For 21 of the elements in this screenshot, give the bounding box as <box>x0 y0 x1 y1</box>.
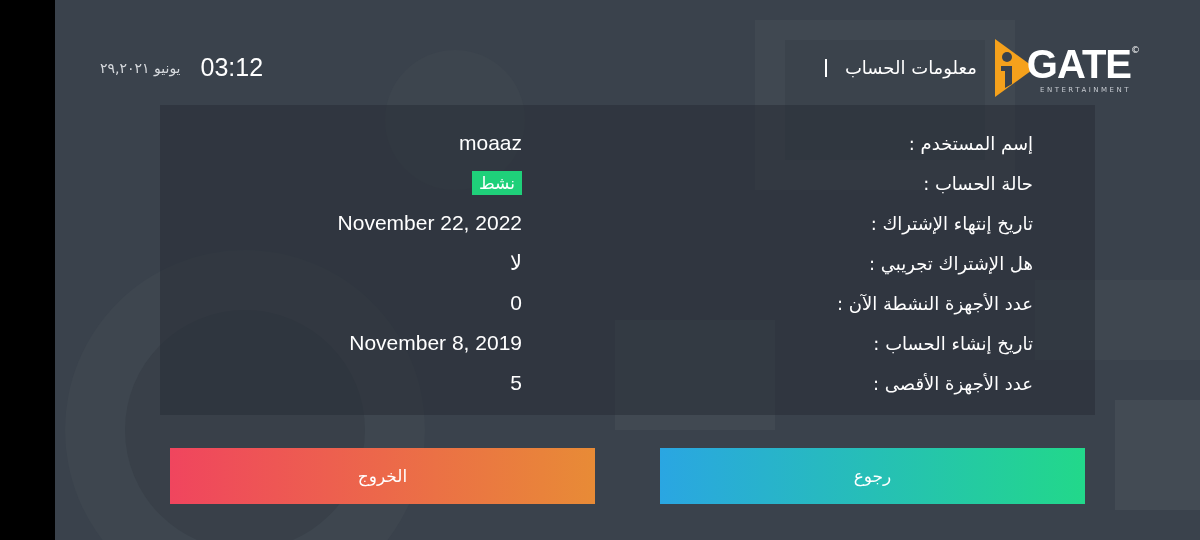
field-label: عدد الأجهزة النشطة الآن : <box>836 292 1033 314</box>
copyright-mark: © <box>1131 44 1140 55</box>
field-value: moaaz <box>458 131 522 155</box>
field-value: November 8, 2019 <box>349 331 522 355</box>
field-value: 5 <box>510 371 522 395</box>
field-label: تاريخ إنشاء الحساب : <box>873 332 1033 354</box>
back-button[interactable]: رجوع <box>660 448 1085 504</box>
status-badge: نشط <box>471 171 522 195</box>
page-title: معلومات الحساب <box>824 58 977 77</box>
logout-button[interactable]: الخروج <box>170 448 595 504</box>
logo-wordmark: GATE <box>1026 41 1131 86</box>
field-label: عدد الأجهزة الأقصى : <box>873 372 1033 394</box>
date-text: يونيو ٢٩,٢٠٢١ <box>100 59 181 76</box>
field-value: 0 <box>510 291 522 315</box>
field-label: هل الإشتراك تجريبي : <box>869 252 1033 274</box>
field-value: لا <box>510 251 522 275</box>
field-label: إسم المستخدم : <box>908 132 1033 154</box>
clock-time: 03:12 <box>200 53 264 82</box>
field-value: November 22, 2022 <box>337 211 522 235</box>
field-label: حالة الحساب : <box>923 172 1033 194</box>
field-label: تاريخ إنتهاء الإشتراك : <box>870 212 1033 234</box>
